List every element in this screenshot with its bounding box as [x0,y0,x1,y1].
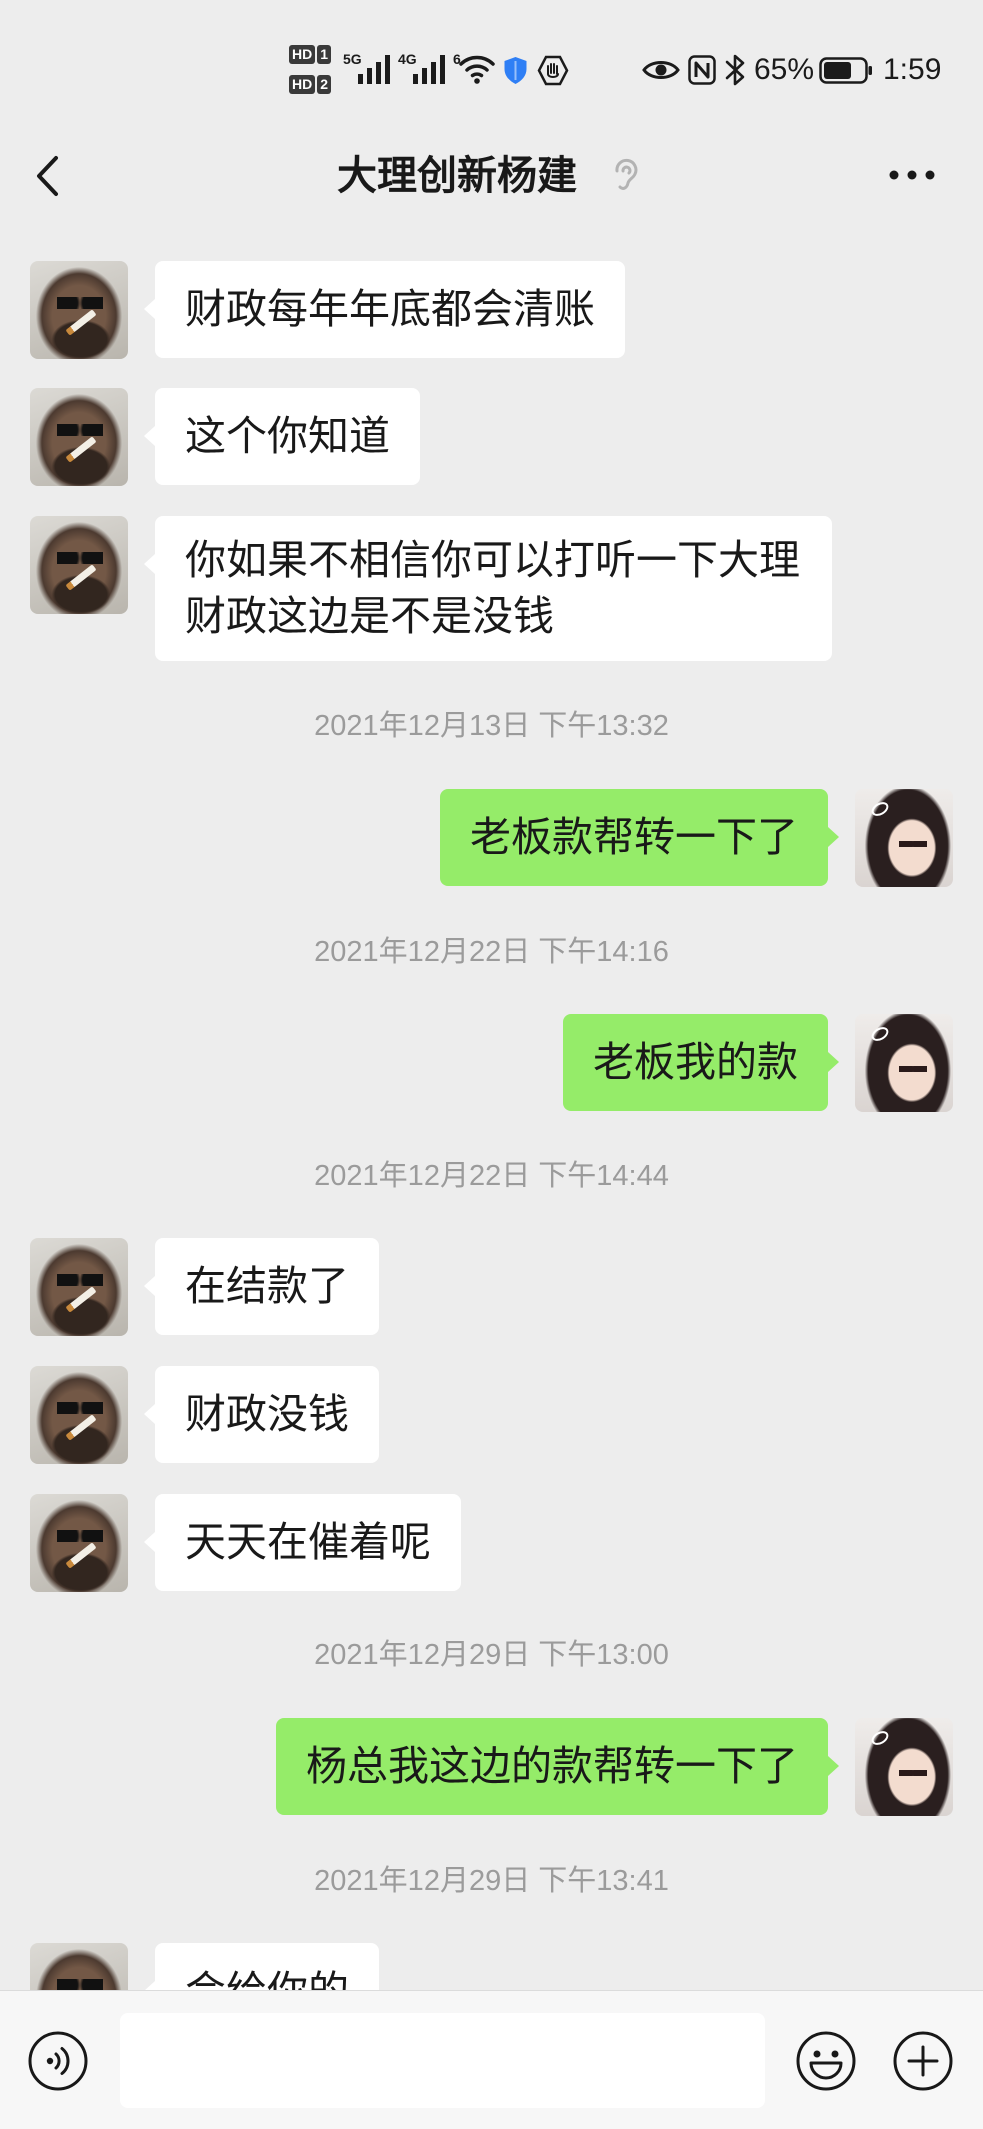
eye-icon [642,61,680,79]
chevron-left-icon[interactable] [28,151,68,201]
contact-avatar[interactable] [30,261,128,359]
volte-label: HD [289,75,316,94]
contact-avatar[interactable] [30,516,128,614]
sim-number: 1 [317,45,332,64]
message-timestamp: 2021年12月13日 下午13:32 [314,710,669,742]
message-row: 在结款了 [0,1238,983,1336]
contact-avatar[interactable] [30,1494,128,1592]
message-row: 财政没钱 [0,1366,983,1464]
battery-icon [819,57,872,84]
message-bubble-received[interactable]: 这个你知道 [144,388,420,485]
message-row: 老板款帮转一下了 [0,789,983,887]
message-bubble-received[interactable]: 财政每年年底都会清账 [144,261,625,358]
message-bubble-received[interactable]: 你如果不相信你可以打听一下大理财政这边是不是没钱 [143,516,833,661]
input-bar [0,1990,983,2129]
message-input[interactable] [120,2013,765,2108]
signal-icon [413,55,445,84]
message-bubble-sent[interactable]: 老板款帮转一下了 [440,789,839,886]
sim-number: 2 [317,75,332,94]
earpiece-icon [615,158,638,190]
message-timestamp: 2021年12月29日 下午13:00 [314,1639,669,1671]
nfc-icon [688,55,716,85]
wifi-icon [459,55,495,84]
bluetooth-icon [725,54,745,86]
contact-avatar[interactable] [30,1366,128,1464]
message-timestamp: 2021年12月22日 下午14:16 [314,936,669,968]
volte-badge-sim1: HD 1 [289,45,332,64]
contact-avatar[interactable] [30,1238,128,1336]
my-avatar[interactable] [855,1718,953,1816]
message-timestamp: 2021年12月22日 下午14:44 [314,1160,669,1192]
volte-label: HD [289,45,316,64]
message-row: 老板我的款 [0,1014,983,1112]
my-avatar[interactable] [855,789,953,887]
emoji-icon[interactable] [795,2030,857,2092]
signal-icon [358,55,390,84]
volte-badge-sim2: HD 2 [289,75,332,94]
hand-hexagon-icon [537,55,569,86]
message-row: 你如果不相信你可以打听一下大理财政这边是不是没钱 [0,516,983,661]
clock: 1:59 [883,53,942,86]
message-bubble-received[interactable]: 天天在催着呢 [144,1494,461,1591]
plus-icon[interactable] [892,2030,954,2092]
message-row: 杨总我这边的款帮转一下了 [0,1718,983,1816]
message-bubble-sent[interactable]: 老板我的款 [563,1014,839,1111]
voice-icon[interactable] [27,2030,89,2092]
message-row: 这个你知道 [0,388,983,486]
message-timestamp: 2021年12月29日 下午13:41 [314,1865,669,1897]
shield-icon [504,57,527,84]
battery-percent: 65% [754,53,815,86]
message-row: 天天在催着呢 [0,1494,983,1592]
more-dots-icon[interactable] [886,166,938,184]
message-row: 财政每年年底都会清账 [0,261,983,359]
message-bubble-received[interactable]: 财政没钱 [144,1366,379,1463]
message-bubble-sent[interactable]: 杨总我这边的款帮转一下了 [276,1718,839,1815]
message-bubble-received[interactable]: 在结款了 [144,1238,379,1335]
page-title: 大理创新杨建 [337,154,577,198]
contact-avatar[interactable] [30,388,128,486]
my-avatar[interactable] [855,1014,953,1112]
